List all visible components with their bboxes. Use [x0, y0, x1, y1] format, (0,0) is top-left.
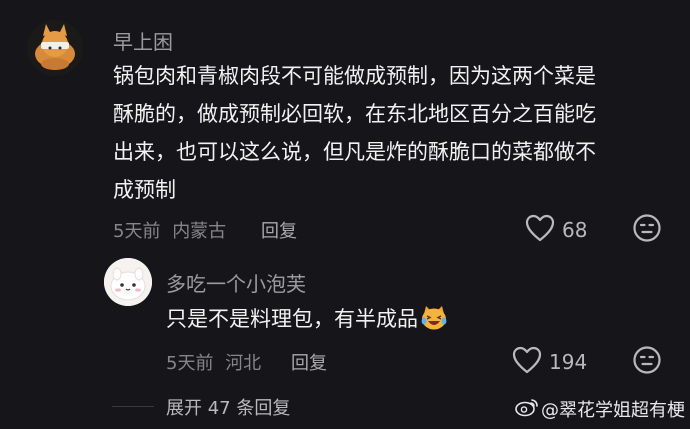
reply-button[interactable]: 回复 [261, 217, 297, 243]
comment-line: 锅包肉和青椒肉段不可能做成预制，因为这两个菜是 [113, 64, 596, 88]
like-button[interactable] [512, 346, 542, 374]
dislike-button[interactable] [632, 345, 662, 375]
like-count: 68 [562, 218, 588, 242]
watermark: @翠花学姐超有梗 [541, 400, 685, 421]
comment-location: 内蒙古 [172, 221, 227, 242]
comment-text: 锅包肉和青椒肉段不可能做成预制，因为这两个菜是 酥脆的，做成预制必回软，在东北地… [113, 57, 596, 209]
comment-line: 成预制 [113, 178, 176, 202]
reply-text-row: 只是不是料理包，有半成品 [166, 300, 448, 338]
comment-author[interactable]: 早上困 [113, 26, 173, 55]
avatar[interactable] [27, 20, 83, 76]
reply-button[interactable]: 回复 [291, 349, 327, 375]
dislike-button[interactable] [632, 213, 662, 243]
reply-author[interactable]: 多吃一个小泡芙 [166, 268, 306, 297]
comment-meta: 5天前 内蒙古 [113, 217, 226, 243]
weibo-logo-icon [515, 397, 539, 421]
like-button[interactable] [525, 214, 555, 242]
avatar[interactable] [104, 258, 152, 306]
reply-text: 只是不是料理包，有半成品 [166, 307, 418, 331]
reply-meta: 5天前 河北 [166, 349, 261, 375]
divider [112, 406, 154, 407]
comment-time: 5天前 [113, 221, 161, 242]
reply-time: 5天前 [166, 353, 214, 374]
heart-icon [512, 346, 542, 374]
heart-icon [525, 214, 555, 242]
comment-line: 酥脆的，做成预制必回软，在东北地区百分之百能吃 [113, 102, 596, 126]
meh-face-icon [633, 346, 661, 374]
crying-laughing-cat-emoji [420, 305, 448, 331]
expand-replies-button[interactable]: 展开 47 条回复 [166, 394, 290, 420]
reply-location: 河北 [225, 353, 262, 374]
comment-line: 出来，也可以这么说，但凡是炸的酥脆口的菜都做不 [113, 140, 596, 164]
like-count: 194 [549, 350, 588, 374]
meh-face-icon [633, 214, 661, 242]
